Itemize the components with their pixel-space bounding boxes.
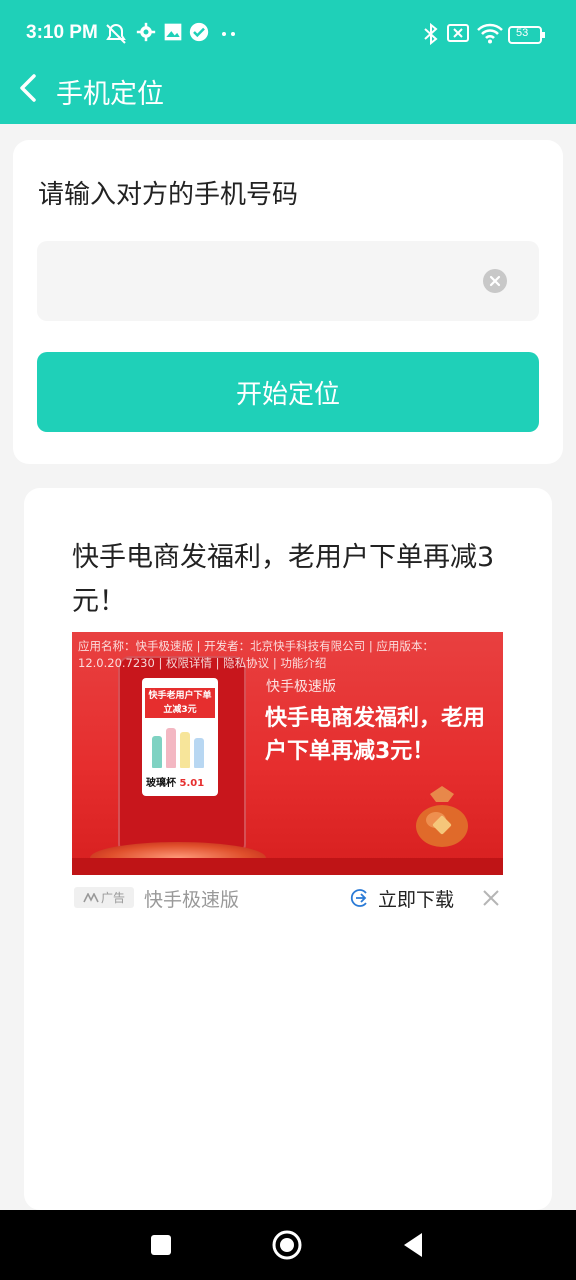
ad-banner[interactable]: 快手老用户下单立减3元 玻璃杯 5.01 应用名称：快手极速版 | 开发者：北京… [72, 632, 503, 875]
ad-tag-label: 广告 [100, 891, 125, 905]
ad-banner-headline: 快手电商发福利，老用户下单再减3元！ [265, 706, 486, 764]
ad-app-name: 快手极速版 [144, 889, 240, 911]
ad-title[interactable]: 快手电商发福利，老用户下单再减3元！ [72, 536, 504, 624]
phone-mockup-headline: 快手老用户下单立减3元 [145, 688, 215, 718]
home-button[interactable] [272, 1230, 302, 1260]
product-label: 玻璃杯 [146, 778, 176, 789]
clear-icon[interactable] [483, 269, 507, 293]
bluetooth-icon [424, 22, 438, 46]
download-arrow-icon [350, 889, 367, 907]
more-dots-icon [222, 32, 235, 36]
battery-level: 53 [516, 27, 529, 39]
phone-mockup-price-row: 玻璃杯 5.01 [146, 774, 204, 789]
system-nav-bar [0, 1210, 576, 1280]
recents-button[interactable] [150, 1234, 172, 1256]
check-icon [189, 22, 209, 42]
ad-card[interactable]: 快手电商发福利，老用户下单再减3元！ 快手老用户下单立减3元 玻璃杯 5.01 [24, 488, 552, 1210]
start-locate-button[interactable]: 开始定位 [37, 352, 539, 432]
phone-mockup: 快手老用户下单立减3元 玻璃杯 5.01 [118, 656, 246, 856]
money-pouch-icon [416, 786, 468, 847]
status-time: 3:10 PM [26, 22, 98, 43]
back-arrow-icon[interactable] [12, 70, 48, 106]
nav-bar: 手机定位 [0, 60, 576, 120]
sim-off-icon [447, 24, 469, 42]
gallery-icon [164, 23, 182, 41]
battery-icon: 53 [508, 26, 546, 44]
page-title: 手机定位 [56, 79, 164, 110]
phone-mockup-screen: 快手老用户下单立减3元 玻璃杯 5.01 [142, 678, 218, 796]
gear-icon [136, 22, 156, 42]
app-header: 3:10 PM 53 手机定位 [0, 0, 576, 124]
download-label: 立即下载 [378, 888, 455, 911]
ad-tag: 广告 [74, 887, 134, 908]
ad-footer: 广告 快手极速版 立即下载 [72, 884, 504, 914]
back-button[interactable] [402, 1232, 424, 1258]
ad-banner-brand: 快手极速版 [266, 679, 336, 695]
phone-input-container [37, 241, 539, 321]
mute-icon [106, 23, 126, 44]
product-image [150, 724, 210, 768]
ad-close-icon[interactable] [482, 889, 500, 907]
phone-input-label: 请输入对方的手机号码 [38, 180, 299, 210]
ad-app-info: 应用名称：快手极速版 | 开发者：北京快手科技有限公司 | 应用版本：12.0.… [78, 639, 434, 670]
ad-network-logo-icon [83, 892, 99, 902]
phone-number-input[interactable] [37, 241, 477, 321]
banner-floor [72, 858, 503, 875]
wifi-icon [477, 23, 503, 44]
phone-locate-card: 请输入对方的手机号码 开始定位 [13, 140, 563, 464]
product-price: 5.01 [179, 778, 205, 789]
download-button[interactable]: 立即下载 [350, 884, 454, 912]
